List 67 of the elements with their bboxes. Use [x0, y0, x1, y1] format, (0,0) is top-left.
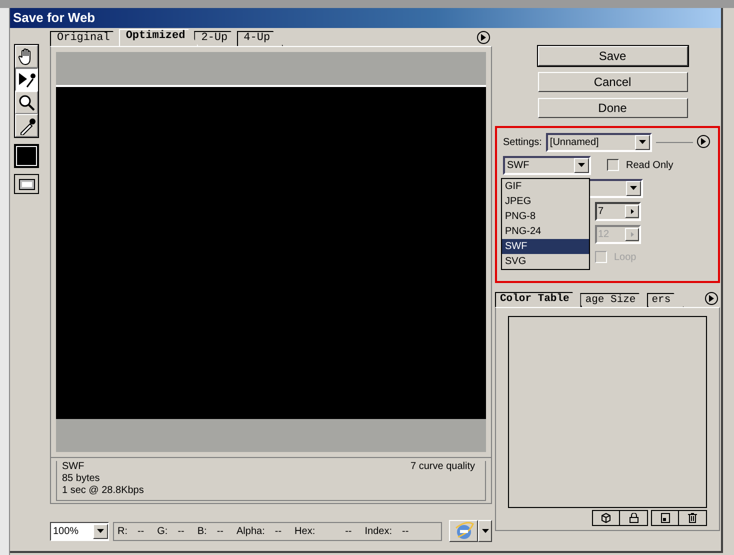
curve-quality-field[interactable]: 7 — [595, 202, 641, 220]
format-menu-item[interactable]: SWF — [502, 239, 589, 254]
caret-icon — [482, 529, 489, 533]
pixel-info-label: Index: — [364, 524, 392, 538]
format-menu-item[interactable]: PNG-24 — [502, 224, 589, 239]
pixel-info-label: R: — [117, 524, 128, 538]
page-icon — [660, 513, 670, 523]
triangle-right-icon — [701, 138, 706, 144]
browser-preview-button[interactable] — [449, 520, 478, 542]
browser-dropdown-button[interactable] — [478, 520, 492, 542]
pixel-info-value: -- — [402, 524, 409, 538]
pixel-info-value: -- — [274, 524, 282, 538]
preview-toggle-button[interactable] — [14, 174, 39, 194]
caret-icon — [97, 529, 104, 533]
pixel-info-value: -- — [137, 524, 144, 538]
pixel-info-label: B: — [197, 524, 207, 538]
dialog-button[interactable]: Done — [538, 98, 688, 118]
settings-label: Settings: — [503, 136, 542, 150]
window-title: Save for Web — [10, 8, 721, 28]
format-menu-item[interactable]: SVG — [502, 254, 589, 269]
quality-text: 7 curve quality — [410, 461, 475, 473]
dialog-button[interactable]: Save — [538, 46, 688, 66]
preset-dropdown[interactable]: [Unnamed] — [546, 132, 652, 152]
hand-tool-button[interactable] — [15, 45, 38, 68]
arrow-pipette-icon — [18, 70, 36, 88]
pixel-info-label: Alpha: — [236, 524, 265, 538]
panel-menu-button[interactable] — [705, 292, 718, 305]
window-icon — [18, 178, 34, 190]
triangle-right-icon — [630, 208, 634, 214]
pixel-info-value: -- — [345, 524, 352, 538]
browser-globe-icon — [454, 522, 474, 540]
dialog-button[interactable]: Cancel — [538, 72, 688, 92]
lock-icon — [628, 513, 638, 523]
pixel-info-label: Hex: — [294, 524, 316, 538]
triangle-right-icon — [630, 232, 634, 236]
color-swatch[interactable] — [14, 144, 39, 168]
settings-menu-button[interactable] — [697, 134, 710, 148]
eyedropper-icon — [18, 116, 36, 134]
zoom-value: 100% — [53, 524, 79, 538]
pixel-info-value: -- — [216, 524, 224, 538]
view-tab[interactable]: Optimized — [118, 29, 198, 46]
slice-select-tool-button[interactable] — [15, 68, 38, 91]
pixel-info-label: G: — [157, 524, 168, 538]
format-dropdown[interactable]: SWF — [503, 156, 591, 174]
format-text: SWF — [62, 461, 86, 473]
read-only-checkbox[interactable] — [607, 159, 619, 171]
download-time-text: 1 sec @ 28.8Kbps — [62, 485, 144, 497]
caret-icon — [578, 163, 585, 167]
caret-icon — [638, 140, 646, 144]
magnifier-icon — [18, 94, 36, 112]
cube-icon — [601, 513, 611, 523]
caret-icon — [630, 186, 637, 190]
panel-tab[interactable]: Color Table — [495, 292, 582, 307]
triangle-right-icon — [481, 34, 486, 41]
trash-icon — [688, 513, 697, 523]
format-menu-item[interactable]: PNG-8 — [502, 209, 589, 224]
format-menu-item[interactable]: GIF — [502, 179, 589, 194]
triangle-right-icon — [709, 295, 714, 302]
pixel-info-value: -- — [178, 524, 184, 538]
zoom-dropdown[interactable]: 100% — [50, 522, 110, 540]
file-size-text: 85 bytes — [62, 473, 101, 485]
view-menu-button[interactable] — [477, 31, 490, 44]
eyedropper-tool-button[interactable] — [15, 114, 38, 137]
format-menu-item[interactable]: JPEG — [502, 194, 589, 209]
read-only-label: Read Only — [626, 158, 674, 172]
view-tab[interactable]: 4-Up — [236, 31, 284, 46]
zoom-tool-button[interactable] — [15, 91, 38, 114]
